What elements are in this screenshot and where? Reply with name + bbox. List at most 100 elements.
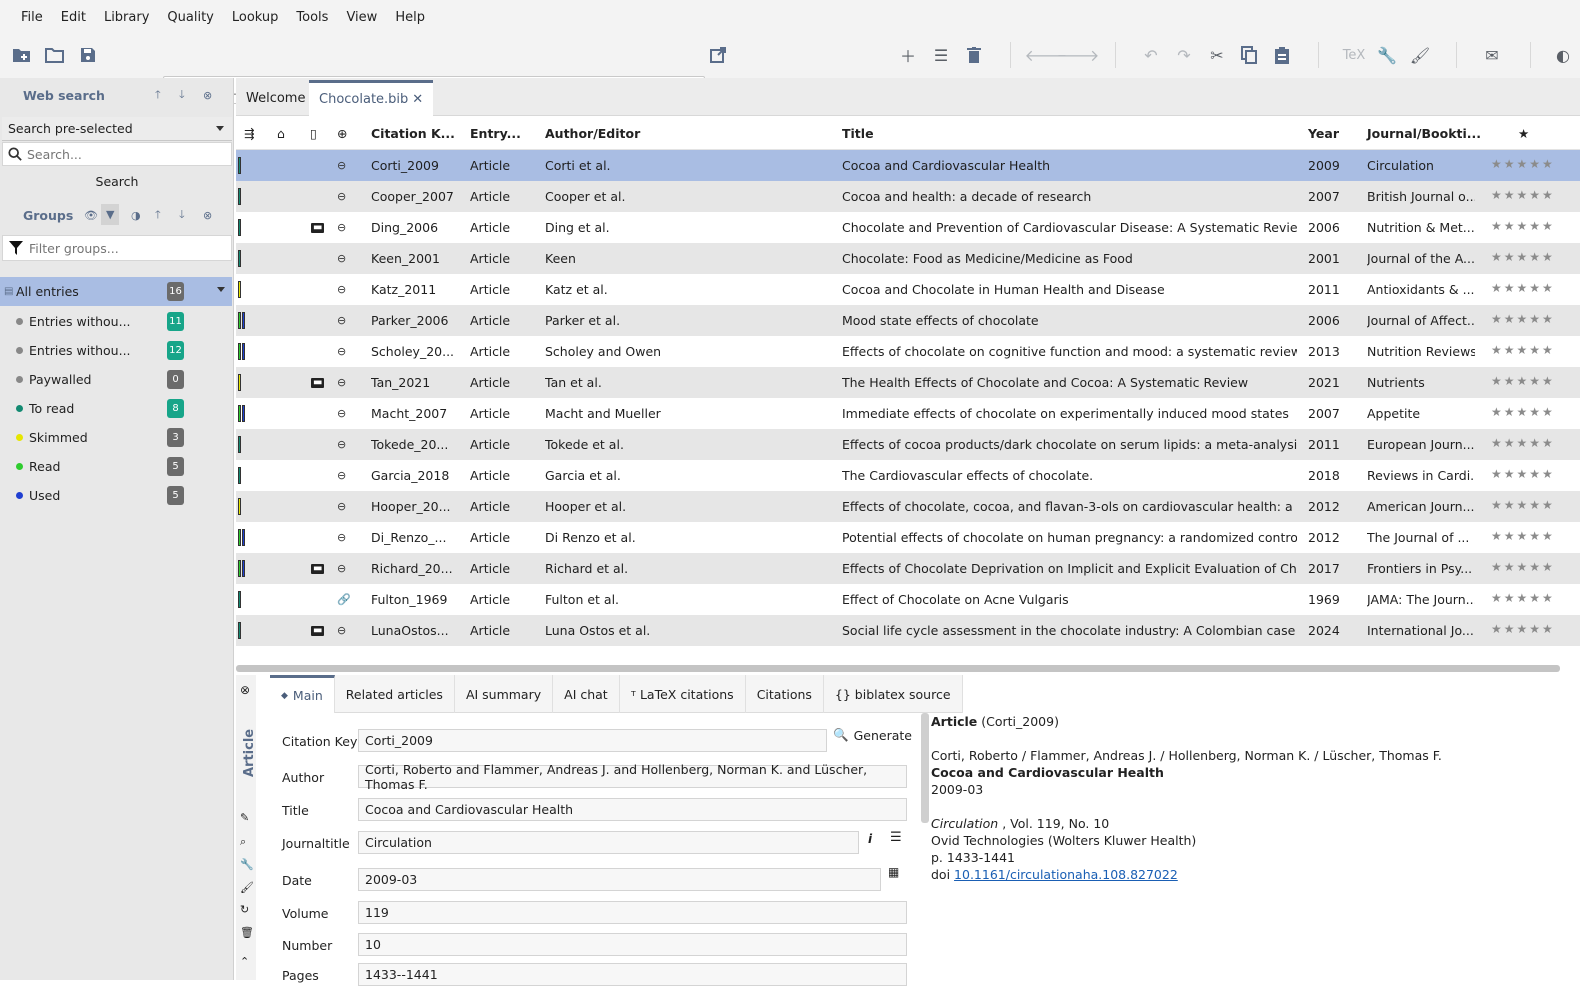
- group-item[interactable]: Read 5: [0, 452, 232, 480]
- horizontal-scrollbar[interactable]: [236, 665, 1560, 672]
- tab-chocolate-bib[interactable]: Chocolate.bib ✕: [309, 80, 434, 116]
- menu-lookup[interactable]: Lookup: [223, 10, 288, 25]
- save-icon[interactable]: [77, 44, 99, 66]
- link-icon[interactable]: ⊖: [337, 345, 346, 358]
- col-journal[interactable]: Journal/Bookti...: [1367, 126, 1481, 141]
- field-input[interactable]: 1433--1441: [358, 963, 907, 986]
- tex-icon[interactable]: TeX: [1343, 44, 1366, 66]
- link-icon[interactable]: ⊖: [337, 221, 346, 234]
- rating-stars[interactable]: ★★★★★: [1491, 188, 1555, 202]
- add-entry-icon[interactable]: ＋: [897, 44, 919, 66]
- col-year[interactable]: Year: [1308, 126, 1339, 141]
- rating-stars[interactable]: ★★★★★: [1491, 436, 1555, 450]
- generate-button[interactable]: 🔍 Generate: [833, 727, 912, 743]
- rating-stars[interactable]: ★★★★★: [1491, 405, 1555, 419]
- add-from-identifier-icon[interactable]: ☰: [930, 44, 952, 66]
- move-down-icon[interactable]: 🡓: [179, 86, 185, 105]
- link-icon[interactable]: ⊖: [337, 314, 346, 327]
- col-entry-type[interactable]: Entry...: [470, 126, 521, 141]
- link-icon[interactable]: 🔗: [337, 593, 351, 606]
- cut-icon[interactable]: ✂: [1206, 44, 1228, 66]
- menu-file[interactable]: File: [12, 10, 52, 25]
- web-search-source-select[interactable]: Search pre-selected: [2, 117, 232, 141]
- undo-icon[interactable]: ↶: [1140, 44, 1162, 66]
- wrench-icon[interactable]: 🔧: [240, 858, 254, 871]
- groups-filter-box[interactable]: [2, 235, 232, 261]
- web-search-input[interactable]: [27, 146, 231, 162]
- link-icon[interactable]: ⊖: [337, 376, 346, 389]
- table-row[interactable]: ▬ ⊖ Tan_2021 Article Tan et al. The Health Ef…: [236, 367, 1580, 398]
- field-input[interactable]: Corti_2009: [358, 729, 827, 752]
- editor-tab[interactable]: AI chat: [553, 675, 620, 713]
- copy-icon[interactable]: [1238, 44, 1260, 66]
- star-icon[interactable]: ★: [1518, 126, 1529, 141]
- rating-stars[interactable]: ★★★★★: [1491, 312, 1555, 326]
- menu-help[interactable]: Help: [386, 10, 434, 25]
- refresh-icon[interactable]: ↻: [240, 903, 249, 916]
- rating-stars[interactable]: ★★★★★: [1491, 560, 1555, 574]
- chevron-down-icon[interactable]: [217, 287, 225, 292]
- rating-stars[interactable]: ★★★★★: [1491, 281, 1555, 295]
- editor-tab[interactable]: Citations: [746, 675, 824, 713]
- rating-stars[interactable]: ★★★★★: [1491, 529, 1555, 543]
- table-row[interactable]: ⊖ Tokede_20... Article Tokede et al. Effects…: [236, 429, 1580, 460]
- link-icon[interactable]: ⊖: [337, 469, 346, 482]
- open-external-icon[interactable]: [707, 44, 729, 66]
- web-search-button[interactable]: Search: [0, 174, 234, 189]
- table-row[interactable]: ⊖ Hooper_20... Article Hooper et al. Effects…: [236, 491, 1580, 522]
- group-item[interactable]: Used 5: [0, 481, 232, 509]
- pdf-icon[interactable]: ▬: [311, 377, 325, 388]
- pencil-icon[interactable]: ✎: [240, 811, 249, 824]
- close-icon[interactable]: ⊗: [203, 209, 212, 222]
- redo-icon[interactable]: ↷: [1173, 44, 1195, 66]
- field-input[interactable]: 10: [358, 933, 907, 956]
- group-item[interactable]: To read 8: [0, 394, 232, 422]
- tab-welcome[interactable]: Welcome: [236, 80, 315, 116]
- rating-stars[interactable]: ★★★★★: [1491, 157, 1555, 171]
- field-input[interactable]: Circulation: [358, 831, 859, 854]
- col-author[interactable]: Author/Editor: [545, 126, 640, 141]
- field-input[interactable]: Cocoa and Cardiovascular Health: [358, 798, 907, 821]
- table-row[interactable]: ⊖ Cooper_2007 Article Cooper et al. Cocoa an…: [236, 181, 1580, 212]
- editor-tab[interactable]: {} biblatex source: [824, 675, 963, 713]
- field-input[interactable]: 119: [358, 901, 907, 924]
- field-input[interactable]: 2009-03: [358, 868, 881, 891]
- rating-stars[interactable]: ★★★★★: [1491, 498, 1555, 512]
- rating-stars[interactable]: ★★★★★: [1491, 250, 1555, 264]
- cleanup-brush-icon[interactable]: 🖌: [1409, 44, 1431, 66]
- rating-stars[interactable]: ★★★★★: [1491, 219, 1555, 233]
- link-icon[interactable]: ⊖: [337, 531, 346, 544]
- link-icon[interactable]: ⊖: [337, 407, 346, 420]
- delete-icon[interactable]: 🗑: [240, 926, 254, 939]
- table-row[interactable]: ⊖ Macht_2007 Article Macht and Mueller Immed…: [236, 398, 1580, 429]
- group-item[interactable]: Skimmed 3: [0, 423, 232, 451]
- table-row[interactable]: ▬ ⊖ Ding_2006 Article Ding et al. Chocolate a…: [236, 212, 1580, 243]
- rating-stars[interactable]: ★★★★★: [1491, 374, 1555, 388]
- move-up-icon[interactable]: 🡑: [155, 86, 161, 105]
- menu-view[interactable]: View: [337, 10, 386, 25]
- menu-quality[interactable]: Quality: [158, 10, 222, 25]
- field-input[interactable]: Corti, Roberto and Flammer, Andreas J. a…: [358, 762, 907, 792]
- pdf-icon[interactable]: ▬: [311, 563, 325, 574]
- link-icon[interactable]: ⊖: [337, 252, 346, 265]
- groups-filter-input[interactable]: [29, 240, 231, 256]
- group-item[interactable]: Entries withou... 11: [0, 307, 232, 335]
- link-icon[interactable]: ⊖: [337, 190, 346, 203]
- menu-tools[interactable]: Tools: [287, 10, 337, 25]
- wrench-icon[interactable]: 🔧: [1376, 44, 1398, 66]
- close-icon[interactable]: ⊗: [203, 89, 212, 102]
- rating-stars[interactable]: ★★★★★: [1491, 467, 1555, 481]
- chevron-up-icon[interactable]: ⌃: [240, 955, 249, 968]
- link-icon[interactable]: ⊖: [337, 159, 346, 172]
- new-library-icon[interactable]: [11, 44, 33, 66]
- info-icon[interactable]: i: [868, 832, 872, 846]
- table-row[interactable]: ⊖ Parker_2006 Article Parker et al. Mood sta…: [236, 305, 1580, 336]
- file-icon[interactable]: ▯: [310, 126, 317, 141]
- email-icon[interactable]: ✉: [1481, 44, 1503, 66]
- filter-icon[interactable]: ▼: [101, 204, 120, 225]
- table-row[interactable]: ⊖ Keen_2001 Article Keen Chocolate: Food as …: [236, 243, 1580, 274]
- search-icon[interactable]: ⌕: [240, 835, 246, 849]
- calendar-icon[interactable]: ▦: [888, 865, 899, 879]
- table-row[interactable]: 🔗 Fulton_1969 Article Fulton et al. Effect o…: [236, 584, 1580, 615]
- link-icon[interactable]: ⊖: [337, 624, 346, 637]
